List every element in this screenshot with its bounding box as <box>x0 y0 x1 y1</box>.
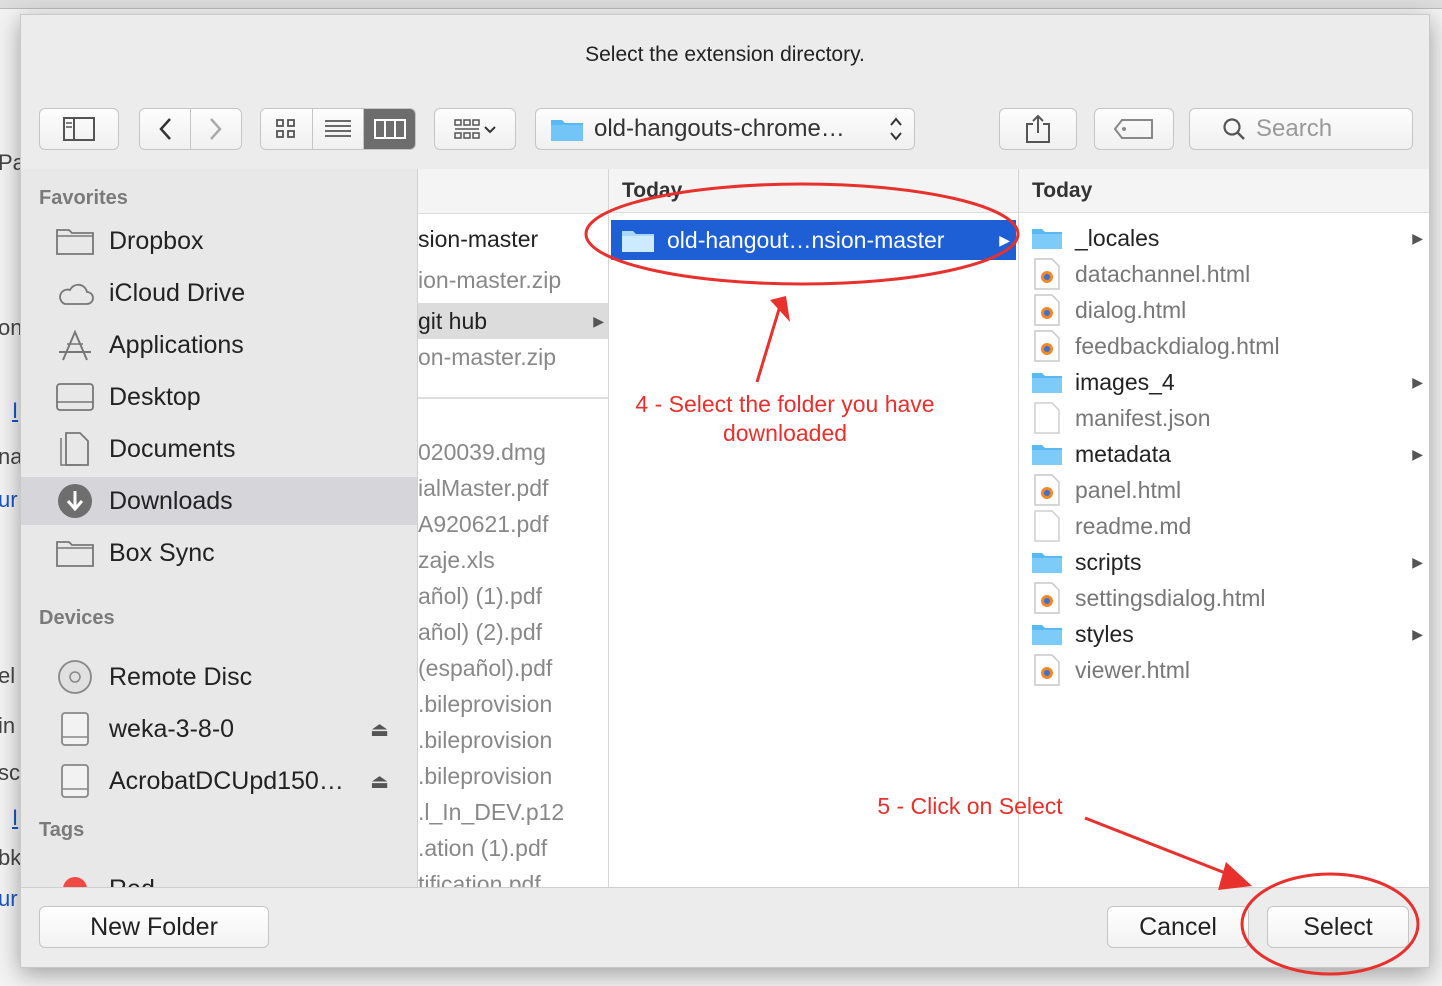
annotation-arrow-step4 <box>755 305 782 383</box>
annotation-step5-text: 5 - Click on Select <box>877 793 1063 819</box>
annotation-step4-text: 4 - Select the folder you have downloade… <box>635 391 935 446</box>
annotation-arrow-step5 <box>1084 816 1239 880</box>
highlight-circle-select <box>1240 872 1420 976</box>
annotation-overlay <box>584 182 1420 976</box>
highlight-circle-folder <box>584 182 1020 286</box>
arrowhead-step5 <box>1218 862 1252 890</box>
arrowhead-step4 <box>770 296 790 322</box>
